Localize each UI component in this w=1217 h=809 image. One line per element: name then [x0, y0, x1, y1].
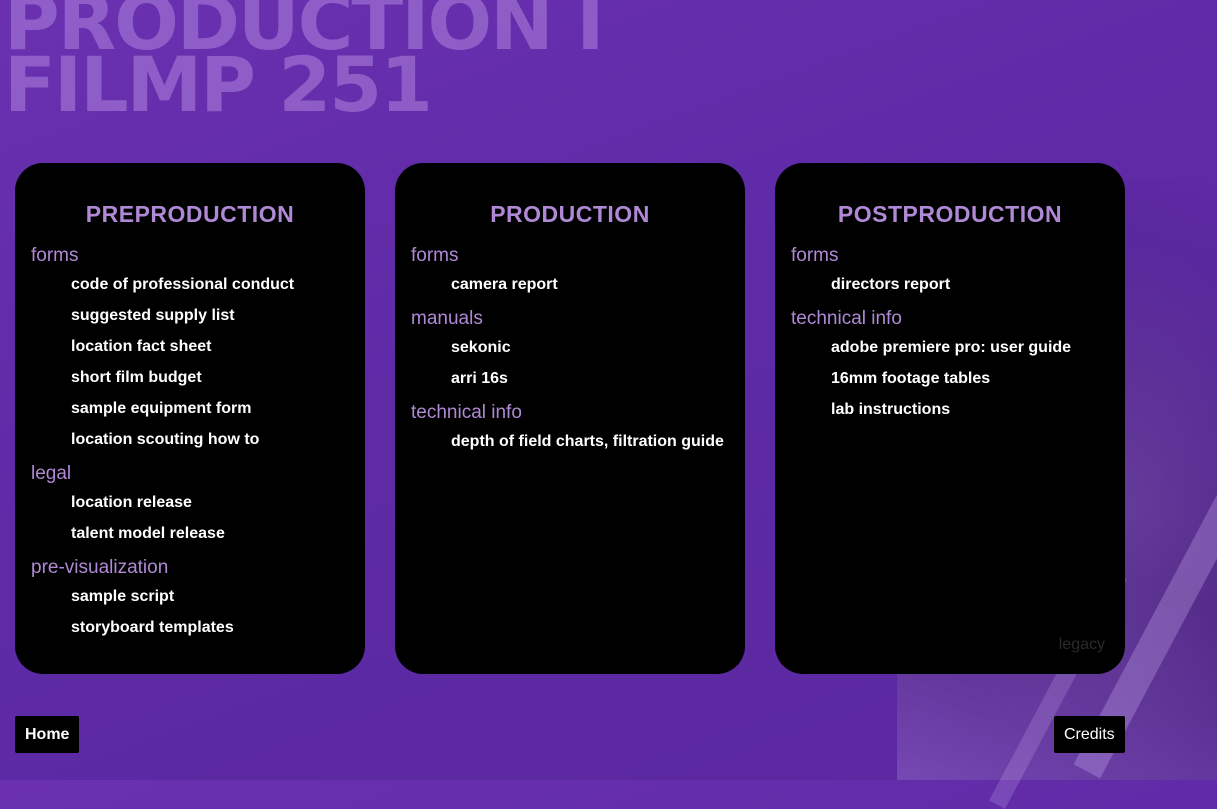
- home-button[interactable]: Home: [15, 716, 80, 753]
- panel-title: PREPRODUCTION: [85, 201, 295, 227]
- panel-title: PRODUCTION: [490, 201, 650, 227]
- link-16mm-footage-tables[interactable]: 16mm footage tables: [831, 369, 1115, 389]
- link-talent-model-release[interactable]: talent model release: [71, 524, 355, 544]
- link-depth-of-field-charts[interactable]: depth of field charts, filtration guide: [451, 432, 735, 452]
- link-lab-instructions[interactable]: lab instructions: [831, 400, 1115, 420]
- link-suggested-supply-list[interactable]: suggested supply list: [71, 306, 355, 326]
- category-legal: legal: [31, 463, 72, 484]
- link-code-of-professional-conduct[interactable]: code of professional conduct: [71, 275, 355, 295]
- category-pre-visualization: pre-visualization: [31, 557, 169, 578]
- postproduction-panel: POSTPRODUCTION forms directors report te…: [775, 163, 1125, 674]
- legacy-link[interactable]: legacy: [1059, 636, 1105, 654]
- preproduction-panel: PREPRODUCTION forms code of professional…: [15, 163, 365, 674]
- link-location-release[interactable]: location release: [71, 493, 355, 513]
- link-sample-equipment-form[interactable]: sample equipment form: [71, 399, 355, 419]
- category-technical-info: technical info: [411, 402, 522, 423]
- link-directors-report[interactable]: directors report: [831, 275, 1115, 295]
- production-panel: PRODUCTION forms camera report manuals s…: [395, 163, 745, 674]
- credits-button[interactable]: Credits: [1054, 716, 1125, 753]
- category-forms: forms: [31, 245, 79, 266]
- link-location-fact-sheet[interactable]: location fact sheet: [71, 337, 355, 357]
- link-arri-16s[interactable]: arri 16s: [451, 369, 735, 389]
- page-title: PRODUCTION I FILMP 251: [4, 0, 604, 123]
- category-manuals: manuals: [411, 308, 483, 329]
- category-forms: forms: [791, 245, 839, 266]
- link-storyboard-templates[interactable]: storyboard templates: [71, 618, 355, 638]
- link-sample-script[interactable]: sample script: [71, 587, 355, 607]
- category-technical-info: technical info: [791, 308, 902, 329]
- link-camera-report[interactable]: camera report: [451, 275, 735, 295]
- link-location-scouting-how-to[interactable]: location scouting how to: [71, 430, 355, 450]
- link-adobe-premiere-pro-user-guide[interactable]: adobe premiere pro: user guide: [831, 338, 1115, 358]
- link-short-film-budget[interactable]: short film budget: [71, 368, 355, 388]
- category-forms: forms: [411, 245, 459, 266]
- panel-title: POSTPRODUCTION: [837, 201, 1063, 227]
- link-sekonic[interactable]: sekonic: [451, 338, 735, 358]
